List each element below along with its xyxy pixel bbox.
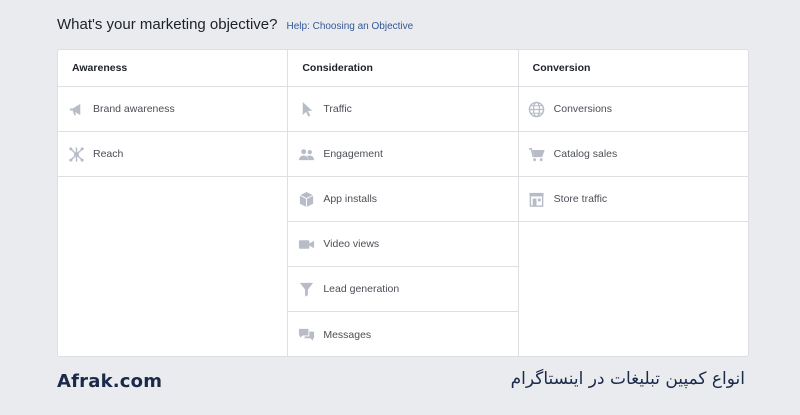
reach-icon <box>67 145 85 163</box>
objective-label: Store traffic <box>553 193 608 205</box>
video-camera-icon <box>297 235 315 253</box>
globe-icon <box>528 100 546 118</box>
column-header-conversion: Conversion <box>518 50 748 87</box>
objective-lead-generation[interactable]: Lead generation <box>288 267 518 312</box>
objective-store-traffic[interactable]: Store traffic <box>518 177 748 222</box>
objective-label: Reach <box>93 148 124 160</box>
objective-panel: Awareness Brand awareness Reach Consider… <box>57 49 749 357</box>
objective-engagement[interactable]: Engagement <box>288 132 518 177</box>
objective-label: Brand awareness <box>93 103 175 115</box>
objective-brand-awareness[interactable]: Brand awareness <box>58 87 288 132</box>
persian-caption: انواع کمپین تبلیغات در اینستاگرام <box>510 369 745 389</box>
megaphone-icon <box>67 100 85 118</box>
page-title: What's your marketing objective? <box>57 16 278 33</box>
column-header-consideration: Consideration <box>288 50 518 87</box>
people-icon <box>297 145 315 163</box>
shopping-cart-icon <box>528 145 546 163</box>
cursor-icon <box>297 100 315 118</box>
objective-catalog-sales[interactable]: Catalog sales <box>518 132 748 177</box>
objective-label: Lead generation <box>323 283 400 295</box>
column-header-awareness: Awareness <box>58 50 288 87</box>
objective-label: Catalog sales <box>553 148 618 160</box>
objective-traffic[interactable]: Traffic <box>288 87 518 132</box>
brand-watermark: Afrak.com <box>57 371 163 392</box>
objective-header: What's your marketing objective? Help: C… <box>57 16 413 33</box>
objective-video-views[interactable]: Video views <box>288 222 518 267</box>
help-choosing-objective-link[interactable]: Help: Choosing an Objective <box>286 21 413 32</box>
conversion-column: Conversion Conversions Catalog sales Sto… <box>518 50 748 356</box>
objective-label: Messages <box>323 328 372 341</box>
objective-conversions[interactable]: Conversions <box>518 87 748 132</box>
objective-label: Conversions <box>553 103 613 115</box>
funnel-icon <box>297 280 315 298</box>
objective-app-installs[interactable]: App installs <box>288 177 518 222</box>
objective-messages[interactable]: Messages <box>288 312 517 356</box>
store-icon <box>528 190 546 208</box>
consideration-column: Consideration Traffic Engagement App ins… <box>288 50 519 356</box>
chat-bubbles-icon <box>297 326 315 344</box>
awareness-column: Awareness Brand awareness Reach <box>58 50 289 356</box>
objective-label: Traffic <box>323 103 352 115</box>
objective-label: App installs <box>323 193 378 205</box>
objective-reach[interactable]: Reach <box>58 132 288 177</box>
box-icon <box>297 190 315 208</box>
objective-label: Video views <box>323 238 380 250</box>
objective-label: Engagement <box>323 148 383 160</box>
